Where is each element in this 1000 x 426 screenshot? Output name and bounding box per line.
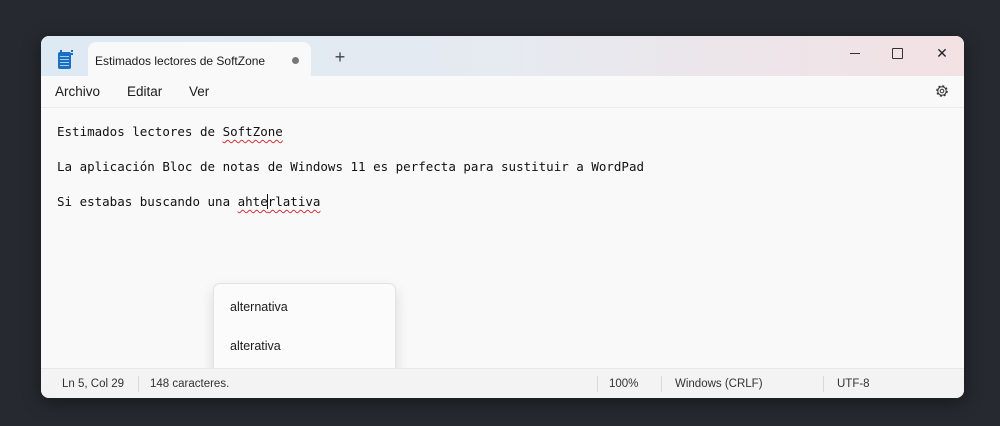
tab-title: Estimados lectores de SoftZone [95, 54, 266, 68]
word-part: rlativa [267, 194, 321, 209]
tab-document[interactable]: Estimados lectores de SoftZone [88, 42, 311, 78]
editor-line-3: Si estabas buscando una ahterlativa [57, 194, 320, 209]
line-text: Estimados lectores de [57, 124, 223, 139]
status-divider [823, 376, 824, 392]
cursor-position: Ln 5, Col 29 [62, 378, 125, 390]
character-count: 148 caracteres. [150, 378, 230, 390]
gear-icon[interactable] [934, 83, 950, 99]
line-ending[interactable]: Windows (CRLF) [675, 378, 763, 390]
status-divider [661, 376, 662, 392]
suggestion-item[interactable]: alterativa [230, 339, 281, 353]
status-divider [138, 376, 139, 392]
encoding[interactable]: UTF-8 [837, 378, 870, 390]
unsaved-indicator-icon[interactable] [292, 57, 299, 64]
misspelled-word[interactable]: SoftZone [223, 124, 283, 139]
maximize-button[interactable] [875, 40, 919, 66]
new-tab-button[interactable]: + [331, 48, 349, 66]
word-part: ahte [237, 194, 268, 209]
close-button[interactable]: ✕ [920, 40, 964, 66]
menu-ver[interactable]: Ver [189, 84, 209, 99]
menu-editar[interactable]: Editar [127, 84, 162, 99]
editor-line-2: La aplicación Bloc de notas de Windows 1… [57, 159, 644, 174]
status-divider [597, 376, 598, 392]
editor-line-1: Estimados lectores de SoftZone [57, 124, 283, 139]
notepad-icon [58, 50, 73, 69]
line-text: Si estabas buscando una [57, 194, 238, 209]
title-bar: Estimados lectores de SoftZone + ✕ [41, 36, 964, 78]
menu-bar: Archivo Editar Ver [41, 76, 964, 108]
zoom-level[interactable]: 100% [609, 378, 638, 390]
notepad-window: Estimados lectores de SoftZone + ✕ Archi… [41, 36, 964, 398]
menu-archivo[interactable]: Archivo [55, 84, 100, 99]
suggestion-item[interactable]: alternativa [230, 300, 288, 314]
minimize-button[interactable] [833, 40, 877, 66]
text-editor[interactable]: Estimados lectores de SoftZone La aplica… [41, 109, 964, 398]
status-bar: Ln 5, Col 29 148 caracteres. 100% Window… [41, 368, 964, 398]
misspelled-word[interactable]: ahterlativa [237, 194, 321, 209]
